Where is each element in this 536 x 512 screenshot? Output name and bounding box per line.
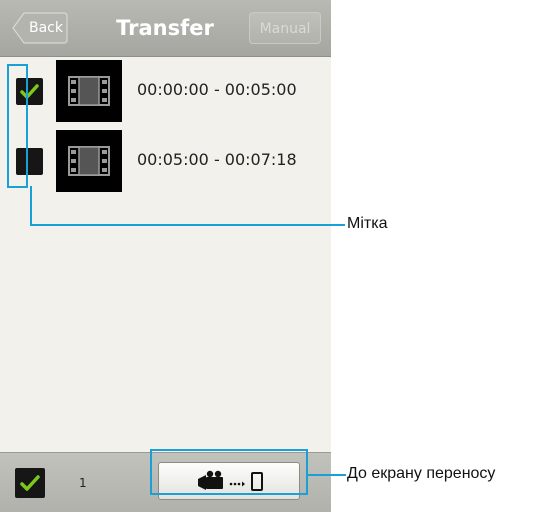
checkmarks-highlight xyxy=(7,64,28,188)
clip-2-time-range: 00:05:00 - 00:07:18 xyxy=(137,150,297,169)
selected-count: 1 xyxy=(79,476,87,490)
film-icon xyxy=(68,76,110,106)
page-title: Transfer xyxy=(116,16,214,40)
clip-1-thumbnail xyxy=(56,60,122,122)
back-button[interactable]: Back xyxy=(12,12,68,44)
clip-2-thumbnail xyxy=(56,130,122,192)
clip-1-time-range: 00:00:00 - 00:05:00 xyxy=(137,80,297,99)
transfer-leader-h xyxy=(306,474,346,476)
checkmarks-leader-v xyxy=(30,186,32,226)
manual-button[interactable]: Manual xyxy=(249,12,321,44)
top-bar: Back Transfer Manual xyxy=(0,0,331,57)
transfer-screen: Back Transfer Manual 00:00:00 - 00:05:00 xyxy=(0,0,331,512)
select-all-checkbox[interactable] xyxy=(15,468,45,498)
back-label: Back xyxy=(29,20,63,36)
clip-row-2[interactable]: 00:05:00 - 00:07:18 xyxy=(0,128,331,192)
transfer-button-highlight xyxy=(150,449,308,495)
clip-row-1[interactable]: 00:00:00 - 00:05:00 xyxy=(0,58,331,122)
checkmark-callout-label: Мітка xyxy=(347,215,388,232)
transfer-callout-label: До екрану переносу xyxy=(347,465,496,482)
checkmarks-leader-h xyxy=(30,224,345,226)
checkmark-icon xyxy=(20,475,40,491)
film-icon xyxy=(68,146,110,176)
